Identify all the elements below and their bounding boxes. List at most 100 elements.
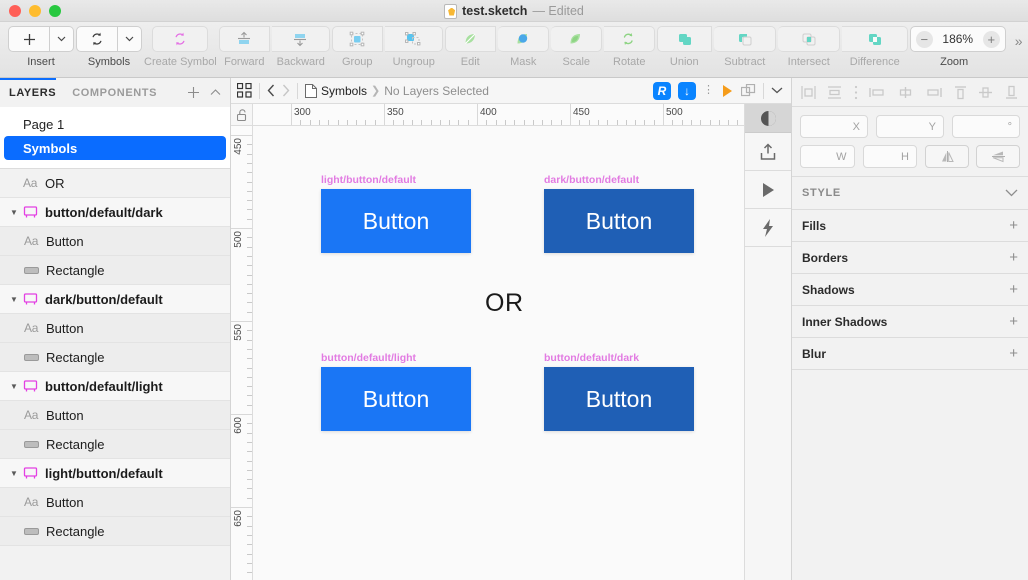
x-field[interactable]: X [800, 115, 868, 138]
disclosure-triangle-icon[interactable]: ▼ [10, 208, 23, 217]
layer-row-button-text[interactable]: Aa Button [0, 401, 230, 430]
page-item-page-1[interactable]: Page 1 [0, 112, 230, 136]
add-shadow-button[interactable]: + [1009, 281, 1018, 298]
artboard-label[interactable]: button/default/light [321, 352, 416, 364]
flip-vertical-button[interactable] [976, 145, 1020, 168]
layer-row-button-text[interactable]: Aa Button [0, 314, 230, 343]
duplicate-icon[interactable] [741, 83, 756, 98]
backward-button[interactable] [271, 26, 330, 52]
minimize-window-button[interactable] [29, 4, 41, 17]
chevron-down-icon[interactable] [1005, 189, 1018, 197]
style-row-borders[interactable]: Borders + [792, 241, 1028, 273]
distribute-icon[interactable] [852, 85, 860, 100]
horizontal-ruler[interactable]: 300 350 400 450 500 [253, 104, 744, 126]
style-row-inner-shadows[interactable]: Inner Shadows + [792, 305, 1028, 337]
create-symbol-button[interactable] [152, 26, 209, 52]
align-center-horizontal-icon[interactable] [826, 85, 843, 100]
maximize-window-button[interactable] [49, 4, 61, 17]
difference-button[interactable] [841, 26, 908, 52]
plus-icon[interactable] [187, 86, 200, 99]
page-item-symbols[interactable]: Symbols [4, 136, 226, 160]
runner-plugin-badge[interactable]: R [653, 81, 671, 100]
disclosure-triangle-icon[interactable]: ▼ [10, 469, 23, 478]
add-border-button[interactable]: + [1009, 249, 1018, 266]
zoom-in-button[interactable]: + [982, 30, 1000, 48]
zoom-value[interactable]: 186% [939, 32, 977, 46]
play-icon[interactable] [721, 84, 734, 98]
width-field[interactable]: W [800, 145, 855, 168]
layer-row-or[interactable]: Aa OR [0, 169, 230, 198]
layer-row-artboard-dark-button-default[interactable]: ▼ dark/button/default [0, 285, 230, 314]
chevron-down-icon[interactable] [771, 87, 783, 94]
artboard-canvas[interactable]: Button [321, 367, 471, 431]
height-field[interactable]: H [862, 145, 917, 168]
group-button[interactable] [331, 26, 383, 52]
kebab-menu-icon[interactable]: ⋮ [703, 85, 714, 96]
chevron-right-icon[interactable] [282, 84, 290, 97]
artboard-canvas[interactable]: Button [544, 189, 694, 253]
prototype-play-icon[interactable] [745, 171, 791, 209]
symbols-button[interactable] [76, 26, 118, 52]
align-left-icon[interactable] [800, 85, 817, 100]
union-button[interactable] [656, 26, 712, 52]
download-badge[interactable]: ↓ [678, 81, 696, 100]
grid-view-icon[interactable] [237, 83, 252, 98]
artboard-canvas[interactable]: Button [544, 367, 694, 431]
layer-row-rectangle[interactable]: Rectangle [0, 430, 230, 459]
disclosure-triangle-icon[interactable]: ▼ [10, 382, 23, 391]
align-edge-right-icon[interactable] [924, 85, 943, 100]
insert-dropdown[interactable] [50, 26, 74, 52]
style-row-shadows[interactable]: Shadows + [792, 273, 1028, 305]
artboard-dark-button-default[interactable]: dark/button/default Button [544, 174, 694, 253]
lightning-icon[interactable] [745, 209, 791, 247]
add-inner-shadow-button[interactable]: + [1009, 313, 1018, 330]
intersect-button[interactable] [777, 26, 840, 52]
chevron-up-icon[interactable] [210, 89, 221, 96]
mask-button[interactable] [497, 26, 549, 52]
theme-contrast-icon[interactable] [745, 104, 791, 133]
disclosure-triangle-icon[interactable]: ▼ [10, 295, 23, 304]
layer-row-rectangle[interactable]: Rectangle [0, 256, 230, 285]
tab-layers[interactable]: LAYERS [9, 87, 56, 99]
chevron-left-icon[interactable] [267, 84, 275, 97]
artboard-button-default-dark[interactable]: button/default/dark Button [544, 352, 694, 431]
symbols-dropdown[interactable] [118, 26, 142, 52]
align-bottom-icon[interactable] [1003, 85, 1020, 100]
layer-row-rectangle[interactable]: Rectangle [0, 343, 230, 372]
artboard-label[interactable]: button/default/dark [544, 352, 639, 364]
toolbar-overflow-button[interactable]: » [1015, 33, 1023, 49]
export-icon[interactable] [745, 133, 791, 171]
breadcrumb-page[interactable]: Symbols [321, 84, 367, 98]
layer-row-button-text[interactable]: Aa Button [0, 488, 230, 517]
edit-button[interactable] [444, 26, 496, 52]
close-window-button[interactable] [9, 4, 21, 17]
layer-row-artboard-button-default-light[interactable]: ▼ button/default/light [0, 372, 230, 401]
style-section-header[interactable]: STYLE [792, 177, 1028, 209]
rotate-button[interactable] [603, 26, 655, 52]
layer-row-artboard-light-button-default[interactable]: ▼ light/button/default [0, 459, 230, 488]
align-center-vertical-icon[interactable] [977, 85, 994, 100]
style-row-blur[interactable]: Blur + [792, 337, 1028, 369]
artboard-label[interactable]: dark/button/default [544, 174, 639, 186]
forward-button[interactable] [218, 26, 270, 52]
style-row-fills[interactable]: Fills + [792, 209, 1028, 241]
artboard-light-button-default[interactable]: light/button/default Button [321, 174, 471, 253]
ungroup-button[interactable] [384, 26, 443, 52]
add-fill-button[interactable]: + [1009, 217, 1018, 234]
vertical-ruler[interactable]: 450 500 550 600 650 [231, 126, 253, 580]
artboard-button-default-light[interactable]: button/default/light Button [321, 352, 471, 431]
artboard-canvas[interactable]: Button [321, 189, 471, 253]
align-top-icon[interactable] [952, 85, 969, 100]
align-edge-left-icon[interactable] [868, 85, 887, 100]
layer-row-button-text[interactable]: Aa Button [0, 227, 230, 256]
rotation-field[interactable]: ° [952, 115, 1020, 138]
align-middle-icon[interactable] [896, 85, 915, 100]
layer-row-rectangle[interactable]: Rectangle [0, 517, 230, 546]
artboard-label[interactable]: light/button/default [321, 174, 416, 186]
y-field[interactable]: Y [876, 115, 944, 138]
insert-button[interactable] [8, 26, 50, 52]
scale-button[interactable] [550, 26, 602, 52]
or-text-layer[interactable]: OR [485, 289, 524, 318]
ruler-lock-toggle[interactable] [231, 104, 253, 126]
design-canvas[interactable]: light/button/default Button dark/button/… [253, 126, 744, 580]
